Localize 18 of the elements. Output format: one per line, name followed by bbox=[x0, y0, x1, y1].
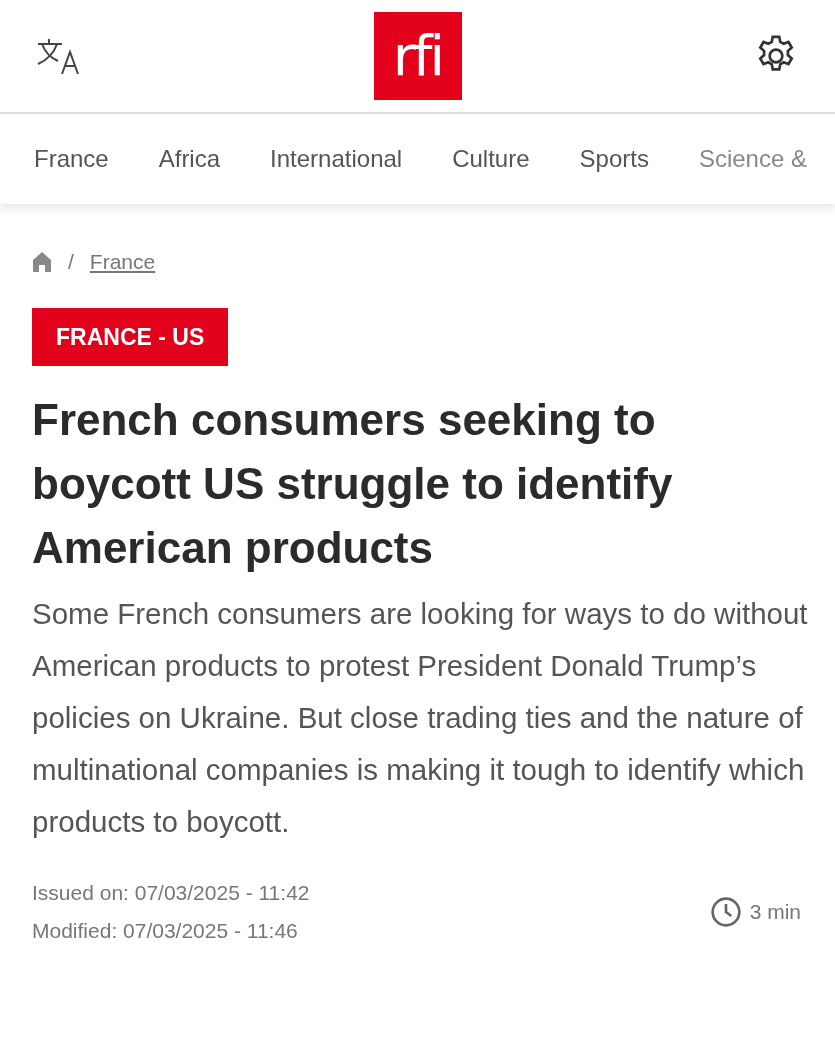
category-tag[interactable]: FRANCE - US bbox=[32, 307, 229, 366]
article-title: French consumers seeking to boycott US struggle to identify American products bbox=[32, 394, 674, 574]
article-summary: Some French consumers are looking for ways to do without American products to protest President Donald Trump’s policies on Ukraine. But close trading ties and the nature of multinational companies is making it tough to identify which products to boycott. bbox=[32, 596, 809, 840]
nav-link[interactable]: Sports bbox=[579, 141, 649, 177]
nav-link[interactable]: France bbox=[34, 141, 109, 177]
translate-icon[interactable] bbox=[36, 36, 82, 76]
reading-time: 3 min bbox=[749, 899, 801, 925]
nav-link[interactable]: International bbox=[270, 141, 403, 177]
breadcrumb-separator: / bbox=[68, 249, 74, 275]
nav-link[interactable]: Africa bbox=[158, 141, 221, 177]
nav-link[interactable]: Culture bbox=[452, 141, 530, 177]
home-icon[interactable] bbox=[32, 250, 52, 273]
clock-icon bbox=[709, 896, 742, 928]
modified-date: Modified: 07/03/2025 - 11:46 bbox=[32, 918, 299, 944]
issued-date: Issued on: 07/03/2025 - 11:42 bbox=[32, 880, 310, 906]
breadcrumb-link[interactable]: France bbox=[89, 246, 156, 278]
rfi-logo[interactable]: rfi bbox=[373, 12, 462, 100]
nav-link[interactable]: Science & bbox=[698, 141, 807, 177]
